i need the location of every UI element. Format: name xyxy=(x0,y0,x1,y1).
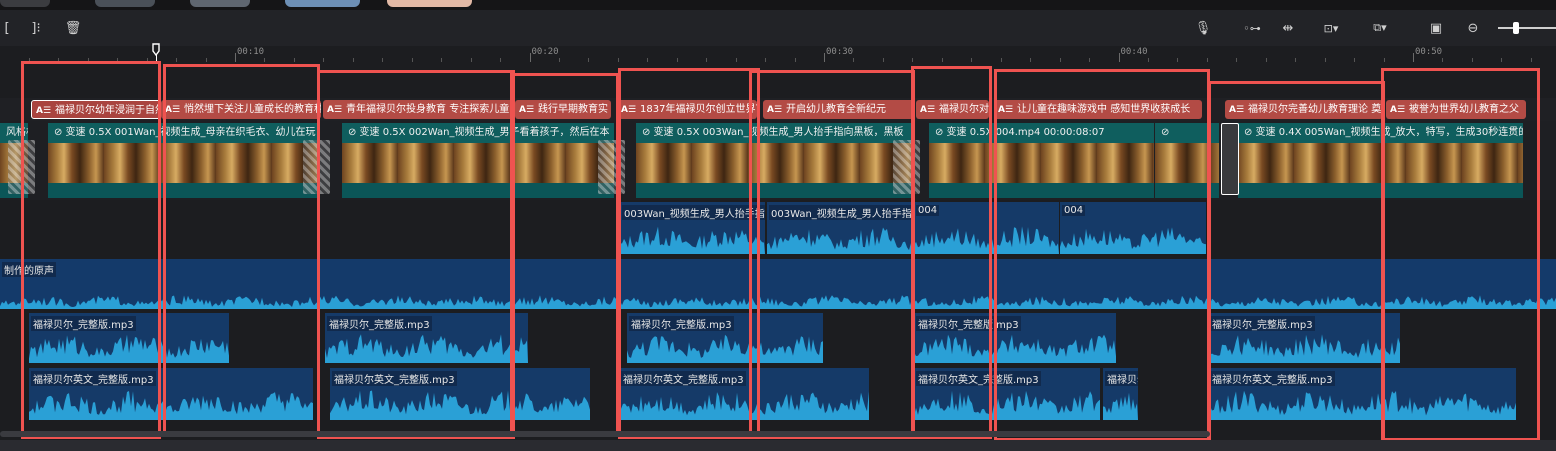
trim-icon[interactable]: ]⁝ xyxy=(27,10,45,46)
thumbnail[interactable] xyxy=(95,0,155,7)
thumbnail[interactable] xyxy=(190,0,250,7)
annotation-box xyxy=(618,68,760,439)
annotation-box xyxy=(911,66,992,439)
annotation-box xyxy=(1208,81,1385,451)
magnet-icon[interactable]: ⇹ xyxy=(1277,10,1299,46)
ruler-label: 00:30 xyxy=(826,47,854,57)
annotation-box xyxy=(317,70,515,439)
timeline-toolbar: [ ]⁝ 🗑 🎙 ◦⊶ ⇹ ⊡▾ ⧉▾ ▣ ⊖ xyxy=(0,10,1556,47)
annotation-box xyxy=(749,70,915,439)
annotation-box xyxy=(163,64,320,437)
zoom-slider[interactable] xyxy=(1498,27,1556,29)
annotation-box xyxy=(1381,68,1540,441)
ruler-tick xyxy=(529,53,531,62)
annotation-box xyxy=(994,69,1210,441)
caption-icon[interactable]: ▣ xyxy=(1425,10,1447,46)
ruler-label: 00:10 xyxy=(237,47,265,57)
ruler-label: 00:40 xyxy=(1120,47,1148,57)
ruler-label: 00:20 xyxy=(531,47,559,57)
microphone-icon[interactable]: 🎙 xyxy=(1193,10,1213,46)
thumbnail[interactable] xyxy=(285,0,360,7)
group-icon[interactable]: ⊡▾ xyxy=(1311,10,1351,46)
top-thumbnail-strip xyxy=(0,0,1556,10)
ruler-tick xyxy=(1413,53,1414,62)
delete-icon[interactable]: 🗑 xyxy=(63,10,83,46)
preview-axis-icon[interactable]: ⧉▾ xyxy=(1360,10,1400,46)
annotation-box xyxy=(21,61,161,439)
link-icon[interactable]: ◦⊶ xyxy=(1240,10,1264,46)
zoom-out-icon[interactable]: ⊖ xyxy=(1462,10,1484,46)
zoom-slider-handle[interactable] xyxy=(1513,22,1519,34)
annotation-box xyxy=(510,73,619,435)
timeline-scrollbar[interactable] xyxy=(0,431,1210,437)
ruler-label: 00:50 xyxy=(1415,47,1443,57)
split-icon[interactable]: [ xyxy=(0,10,14,46)
thumbnail[interactable] xyxy=(0,0,50,7)
thumbnail[interactable] xyxy=(387,0,472,7)
bottom-bar xyxy=(0,440,1556,451)
time-ruler[interactable]: 00:10 00:20 00:30 00:40 00:50 xyxy=(0,46,1556,62)
ruler-tick xyxy=(235,53,236,62)
ruler-tick xyxy=(824,53,825,62)
ruler-tick xyxy=(1118,53,1120,62)
